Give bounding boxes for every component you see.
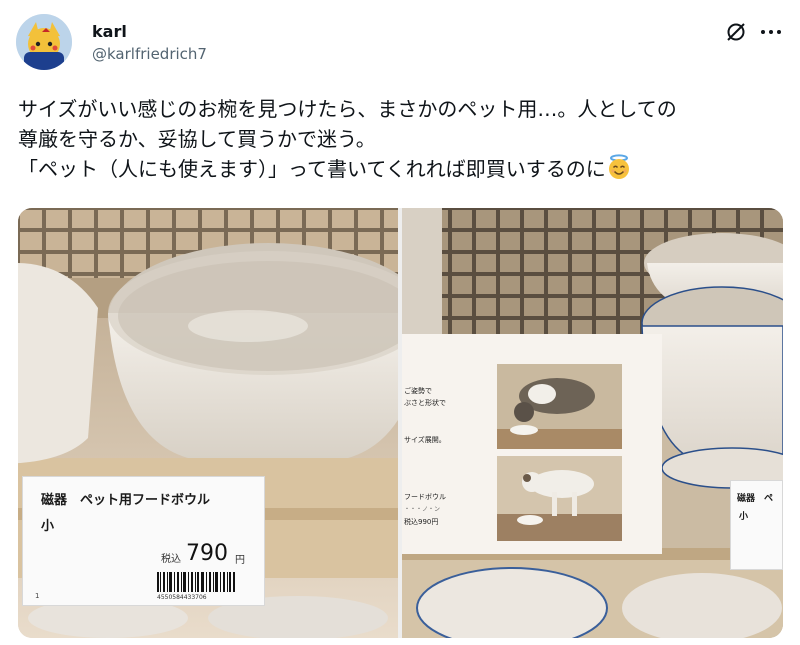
tweet-text-line-2: 尊厳を守るか、妥協して買うかで迷う。 [18,127,376,151]
sign-text-line-2: ぶさと形状で [404,399,446,407]
price-tag-price: 790 [186,541,228,566]
tweet-text-line-1: サイズがいい感じのお椀を見つけたら、まさかのペット用…。人としての [18,97,677,121]
avatar-image [16,14,72,70]
sign-text-line-1: ご姿勢で [404,387,432,395]
price-tag-tax-label: 税込 [161,554,181,565]
price-tag-index: 1 [35,592,40,600]
price-tag-partial: 磁器 ペ 小 [730,480,783,570]
avatar[interactable] [16,14,72,70]
barcode-number: 4550584433706 [157,594,207,601]
tweet-header: karl @karlfriedrich7 [16,12,784,72]
tweet-text: サイズがいい感じのお椀を見つけたら、まさかのペット用…。人としての 尊厳を守るか… [18,94,788,184]
product-sign-card: ご姿勢で ぶさと形状で サイズ展開。 フードボウル ・・・ノ・ン 税込990円 [402,334,662,554]
photo-right-pet-bowl-display[interactable]: ご姿勢で ぶさと形状で サイズ展開。 フードボウル ・・・ノ・ン 税込990円 … [402,208,783,638]
price-tag-yen: 円 [235,555,245,566]
sign-bottom-title: フードボウル [404,493,446,501]
price-tag-product-name: 磁器 ペット用フードボウル [41,493,211,508]
price-tag-partial-name: 磁器 ペ [737,494,774,504]
barcode-icon [157,572,235,592]
price-tag-size: 小 [41,519,55,534]
author-handle[interactable]: @karlfriedrich7 [92,45,207,63]
sign-bottom-sub: ・・・ノ・ン [404,506,441,513]
smiling-face-with-halo-icon [606,154,632,180]
tweet-text-line-3: 「ペット（人にも使えます）」って書いてくれれば即買いするのに [18,157,606,181]
photo-left-pet-bowl-price[interactable]: 磁器 ペット用フードボウル 小 税込 790 円 4550584433706 1 [18,208,398,638]
author-display-name[interactable]: karl [92,22,127,41]
media-grid: 磁器 ペット用フードボウル 小 税込 790 円 4550584433706 1 [18,208,783,638]
grok-icon[interactable] [724,20,748,44]
sign-text-line-4: サイズ展開。 [404,436,446,444]
price-tag: 磁器 ペット用フードボウル 小 税込 790 円 4550584433706 1 [22,476,265,606]
sign-price: 税込990円 [404,518,439,526]
price-tag-partial-size: 小 [739,512,749,522]
more-options-icon[interactable] [758,20,784,44]
tweet-text-line-3-wrap: 「ペット（人にも使えます）」って書いてくれれば即買いするのに [18,154,788,184]
